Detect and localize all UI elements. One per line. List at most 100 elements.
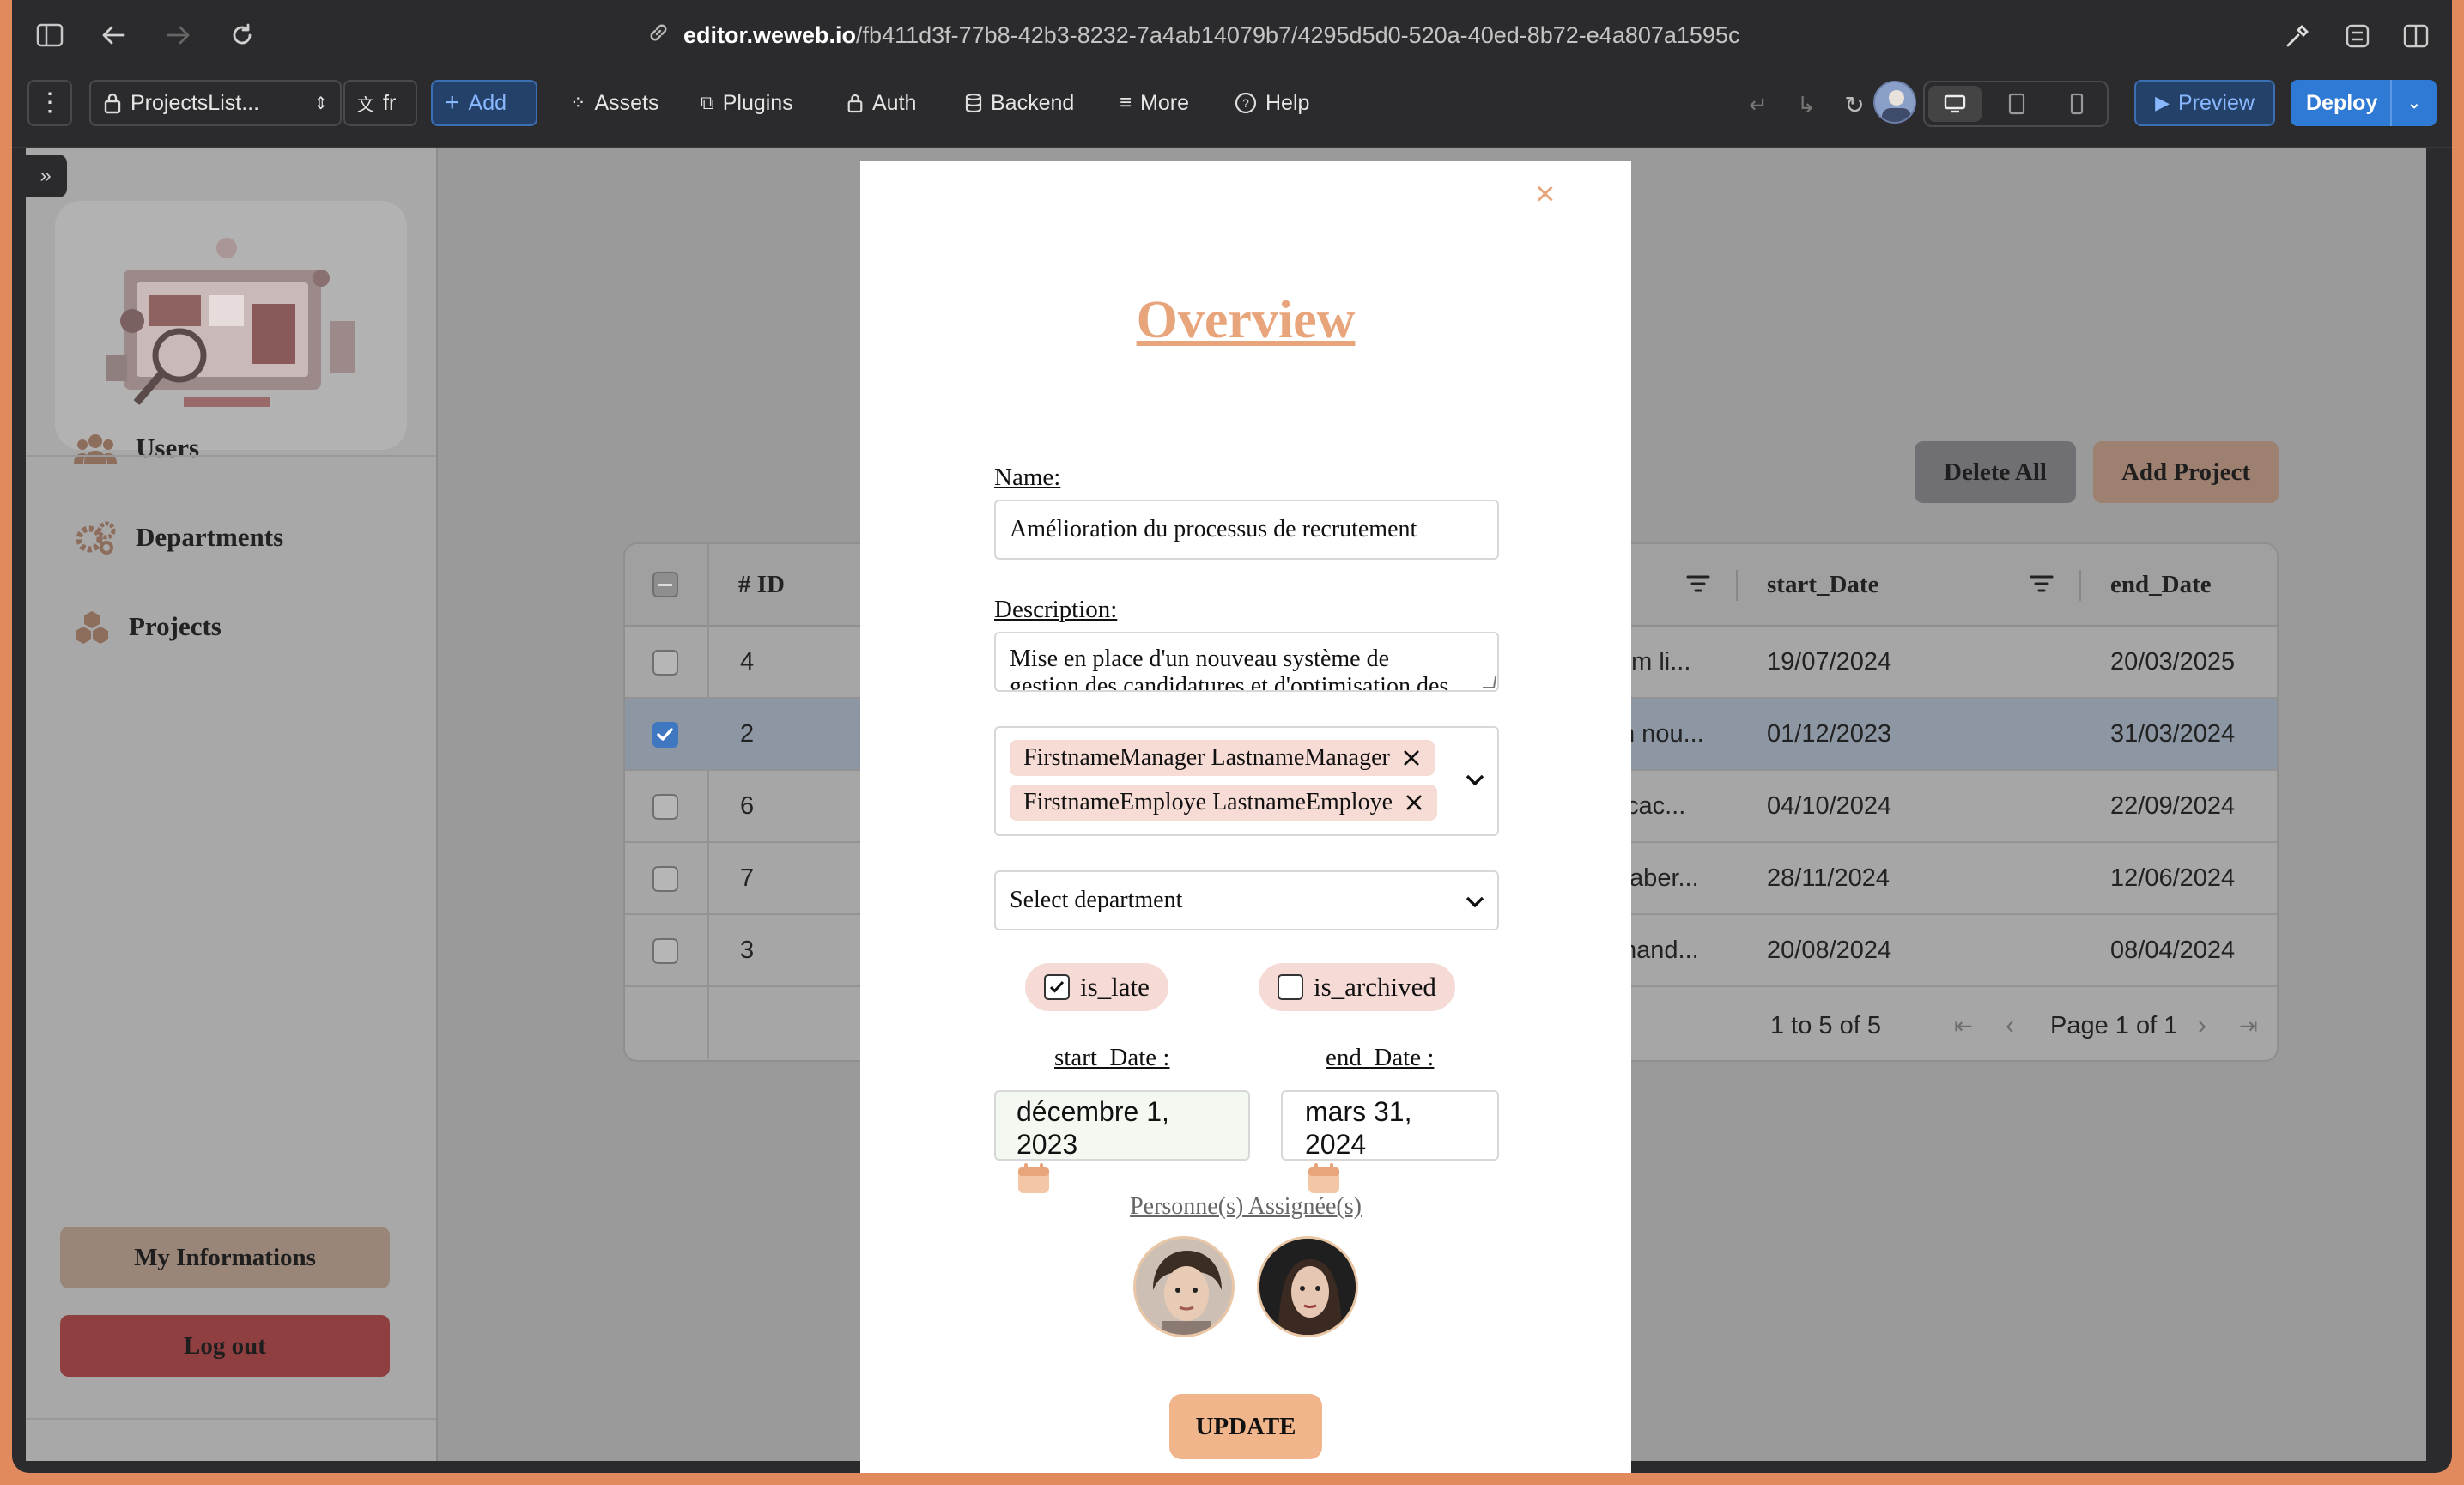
more-button[interactable]: ≡ More — [1108, 80, 1201, 126]
auth-button[interactable]: Auth — [834, 80, 928, 126]
remove-icon[interactable] — [1402, 749, 1421, 767]
preview-button[interactable]: ▶ Preview — [2134, 80, 2275, 126]
overview-modal: × Overview Name: Amélioration du process… — [860, 161, 1631, 1473]
preview-label: Preview — [2178, 90, 2255, 115]
assets-label: Assets — [594, 90, 659, 115]
row-checkbox[interactable] — [652, 722, 678, 748]
description-textarea[interactable]: Mise en place d'un nouveau système de ge… — [994, 632, 1499, 692]
cell-start-date: 19/07/2024 — [1767, 647, 1892, 676]
assets-icon: ⁘ — [570, 92, 586, 113]
split-view-icon[interactable] — [2399, 19, 2433, 53]
is-archived-checkbox[interactable] — [1278, 974, 1303, 1000]
page-selector[interactable]: ProjectsList... ⇕ — [89, 80, 342, 126]
chevron-down-icon[interactable]: ⌄ — [2390, 80, 2437, 126]
undo-icon[interactable]: ↵ — [1743, 89, 1774, 120]
plus-icon: + — [445, 88, 460, 117]
cell-start-date: 28/11/2024 — [1767, 864, 1890, 892]
app-sidebar: Users Departments Projects My Informatio… — [26, 148, 438, 1461]
name-label: Name: — [994, 464, 1061, 491]
row-checkbox[interactable] — [652, 794, 678, 820]
desktop-icon[interactable] — [1928, 86, 1982, 122]
forward-icon[interactable] — [161, 19, 196, 52]
column-divider — [2079, 570, 2081, 601]
mobile-icon[interactable] — [2050, 86, 2103, 122]
back-icon[interactable] — [96, 19, 130, 52]
is-late-checkbox[interactable] — [1044, 974, 1070, 1000]
sidebar-toggle-icon[interactable] — [33, 19, 67, 52]
tablet-icon[interactable] — [1990, 86, 2043, 122]
first-page-icon[interactable]: ⇤ — [1954, 989, 1973, 1060]
close-icon[interactable]: × — [1535, 177, 1555, 211]
add-project-button[interactable]: Add Project — [2093, 441, 2279, 503]
remove-icon[interactable] — [1405, 793, 1423, 812]
column-header-id[interactable]: # ID — [738, 544, 785, 625]
cell-end-date: 31/03/2024 — [2110, 719, 2236, 748]
sidebar-item-departments[interactable]: Departments — [74, 520, 283, 555]
is-archived-toggle[interactable]: is_archived — [1259, 963, 1455, 1011]
cell-end-date: 22/09/2024 — [2110, 791, 2236, 820]
logout-button[interactable]: Log out — [60, 1315, 390, 1377]
reload-icon[interactable] — [225, 19, 259, 52]
cell-start-date: 01/12/2023 — [1767, 719, 1892, 748]
assignee-avatar[interactable] — [1133, 1236, 1235, 1337]
language-button[interactable]: 文 fr — [343, 80, 417, 126]
plugins-icon: ⧉ — [701, 92, 714, 113]
assignee-chip: FirstnameManager LastnameManager — [1010, 740, 1435, 776]
column-header-start-date[interactable]: start_Date — [1767, 544, 1878, 625]
select-all-checkbox[interactable] — [652, 572, 678, 597]
row-checkbox[interactable] — [652, 938, 678, 964]
add-button[interactable]: + Add — [431, 80, 537, 126]
menu-button[interactable]: ⋮ — [27, 80, 72, 126]
redo-icon[interactable]: ↳ — [1791, 89, 1822, 120]
assets-button[interactable]: ⁘ Assets — [558, 80, 671, 126]
delete-all-button[interactable]: Delete All — [1915, 441, 2076, 503]
end-date-value: 2024 — [1305, 1129, 1367, 1160]
assignee-chip: FirstnameEmploye LastnameEmploye — [1010, 785, 1438, 821]
row-checkbox[interactable] — [652, 650, 678, 676]
last-page-icon[interactable]: ⇥ — [2239, 989, 2258, 1060]
help-button[interactable]: ? Help — [1223, 80, 1321, 126]
backend-button[interactable]: Backend — [953, 80, 1086, 126]
end-date-input[interactable]: mars 31, 2024 — [1281, 1090, 1499, 1161]
panel-expand-icon[interactable]: » — [26, 155, 67, 197]
eyedropper-icon[interactable] — [2280, 19, 2315, 53]
name-input[interactable]: Amélioration du processus de recrutement — [994, 500, 1499, 560]
prev-page-icon[interactable]: ‹ — [2006, 989, 2014, 1060]
page-selector-label: ProjectsList... — [130, 90, 260, 115]
updown-icon: ⇕ — [313, 94, 328, 113]
is-late-toggle[interactable]: is_late — [1025, 963, 1168, 1011]
my-informations-button[interactable]: My Informations — [60, 1227, 390, 1288]
cell-description: n nou... — [1621, 719, 1704, 748]
end-date-value: mars 31, — [1305, 1096, 1412, 1127]
deploy-button[interactable]: Deploy ⌄ — [2291, 80, 2437, 126]
update-button[interactable]: UPDATE — [1169, 1394, 1322, 1459]
start-date-input[interactable]: décembre 1, 2023 — [994, 1090, 1250, 1161]
filter-icon[interactable] — [2030, 573, 2054, 598]
plugins-button[interactable]: ⧉ Plugins — [689, 80, 805, 126]
database-icon — [965, 93, 982, 113]
cell-end-date: 20/03/2025 — [2110, 647, 2236, 676]
extensions-icon[interactable] — [2340, 19, 2375, 53]
filter-icon[interactable] — [1686, 573, 1710, 598]
assignee-avatar[interactable] — [1257, 1236, 1358, 1337]
department-select[interactable]: Select department — [994, 870, 1499, 930]
calendar-icon[interactable] — [1307, 1162, 1341, 1195]
chevron-down-icon[interactable] — [1465, 773, 1485, 788]
start-date-label: start_Date : — [1054, 1044, 1170, 1071]
check-icon — [657, 728, 673, 741]
name-input-value: Amélioration du processus de recrutement — [1010, 516, 1417, 542]
resize-handle-icon[interactable] — [1482, 676, 1497, 688]
column-header-end-date[interactable]: end_Date — [2110, 544, 2212, 625]
sidebar-item-projects[interactable]: Projects — [74, 609, 222, 644]
user-avatar[interactable] — [1873, 81, 1916, 124]
assignee-chip-label: FirstnameEmploye LastnameEmploye — [1023, 789, 1393, 815]
calendar-icon[interactable] — [1017, 1162, 1051, 1195]
end-date-label: end_Date : — [1326, 1044, 1435, 1071]
address-field[interactable]: editor.weweb.io/fb411d3f-77b8-42b3-8232-… — [647, 19, 1739, 52]
assignees-multiselect[interactable]: FirstnameManager LastnameManager Firstna… — [994, 726, 1499, 836]
sidebar-item-users[interactable]: Users — [74, 431, 199, 465]
row-checkbox[interactable] — [652, 866, 678, 892]
next-page-icon[interactable]: › — [2198, 989, 2206, 1060]
refresh-icon[interactable]: ↻ — [1839, 89, 1870, 120]
language-label: fr — [383, 90, 397, 115]
